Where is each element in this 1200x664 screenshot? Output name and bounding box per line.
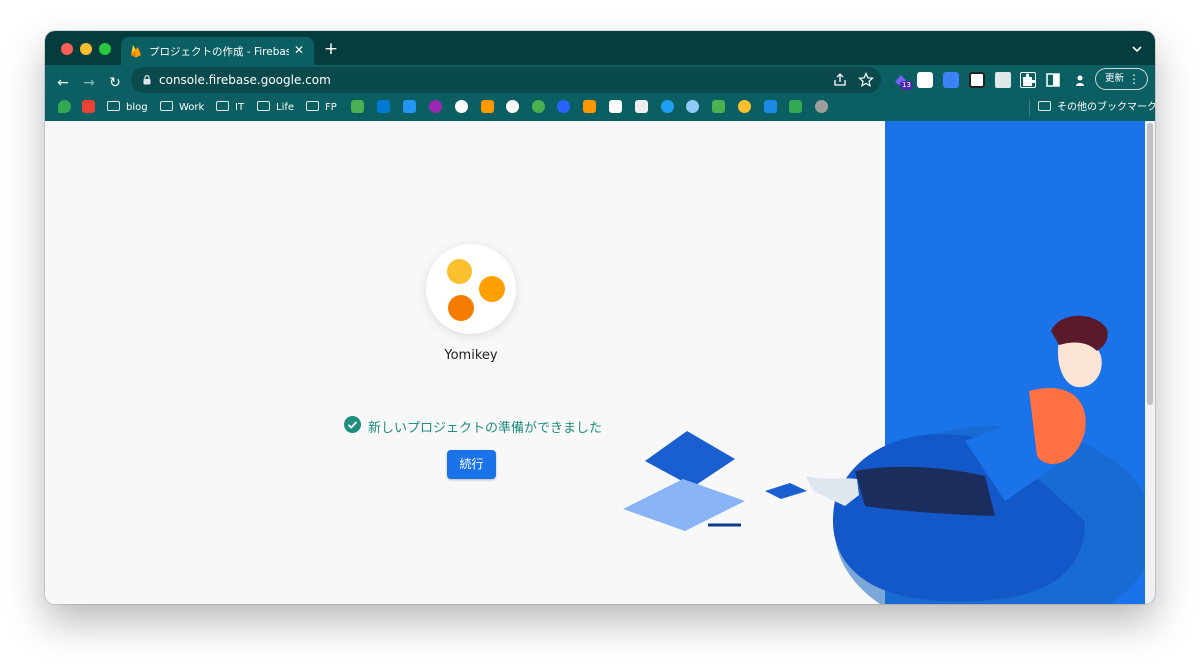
minimize-window-button[interactable] xyxy=(80,43,92,55)
folder-icon xyxy=(306,101,319,111)
extension-icon[interactable] xyxy=(995,72,1011,88)
bookmark-label: FP xyxy=(325,102,337,113)
page-content: Yomikey 新しいプロジェクトの準備ができました 続行 xyxy=(45,121,1155,604)
bookmark-icon[interactable] xyxy=(557,100,570,113)
side-panel-icon[interactable] xyxy=(1045,72,1061,88)
bookmark-icon[interactable] xyxy=(635,100,648,113)
bookmark-icon[interactable] xyxy=(481,100,494,113)
browser-window: プロジェクトの作成 - Firebase コンソール ✕ + ← → ↻ con… xyxy=(45,31,1155,604)
close-window-button[interactable] xyxy=(61,43,73,55)
profile-icon[interactable] xyxy=(1072,72,1088,88)
extension-icon[interactable] xyxy=(917,72,933,88)
share-icon[interactable] xyxy=(832,72,848,88)
update-label: 更新 xyxy=(1105,73,1125,84)
bookmark-life[interactable]: Life xyxy=(257,100,294,116)
star-icon[interactable] xyxy=(858,72,874,88)
update-button[interactable]: 更新 ⋮ xyxy=(1095,68,1148,90)
chevron-down-icon[interactable] xyxy=(1131,43,1143,55)
bookmarks-bar: blog Work IT Life FP その他のブックマーク xyxy=(45,95,1155,121)
reload-button[interactable]: ↻ xyxy=(106,74,124,92)
drive-icon[interactable] xyxy=(789,100,802,113)
other-bookmarks-label: その他のブックマーク xyxy=(1057,102,1155,113)
extension-badge: 13 xyxy=(900,81,913,90)
bookmark-label: Life xyxy=(276,102,295,113)
bookmark-fp[interactable]: FP xyxy=(306,100,337,116)
bookmark-label: blog xyxy=(126,102,148,113)
analytics-icon[interactable] xyxy=(583,100,596,113)
project-name: Yomikey xyxy=(444,348,498,363)
folder-icon xyxy=(160,101,173,111)
bookmark-blog[interactable]: blog xyxy=(107,100,148,116)
url-text: console.firebase.google.com xyxy=(159,73,331,87)
logo-dot xyxy=(447,259,472,284)
bookmark-icon[interactable] xyxy=(403,100,416,113)
bookmark-icon[interactable] xyxy=(815,100,828,113)
bookmark-it[interactable]: IT xyxy=(216,100,244,116)
toolbar: ← → ↻ console.firebase.google.com 13 更新 … xyxy=(45,65,1155,121)
folder-icon xyxy=(1038,101,1051,111)
outlook-icon[interactable] xyxy=(377,100,390,113)
maximize-window-button[interactable] xyxy=(99,43,111,55)
bookmark-icon[interactable] xyxy=(429,100,442,113)
back-button[interactable]: ← xyxy=(54,74,72,92)
forward-button[interactable]: → xyxy=(80,74,98,92)
translate-extension-icon[interactable] xyxy=(943,72,959,88)
firebase-flame-icon xyxy=(131,45,141,58)
more-menu-icon[interactable]: ⋮ xyxy=(1128,69,1140,89)
person-with-laptop-illustration xyxy=(623,315,1145,604)
tab-firebase[interactable]: プロジェクトの作成 - Firebase コンソール ✕ xyxy=(121,37,314,65)
folder-icon xyxy=(107,101,120,111)
github-icon[interactable] xyxy=(506,100,519,113)
other-bookmarks[interactable]: その他のブックマーク xyxy=(1029,100,1155,116)
bookmark-label: Work xyxy=(179,102,205,113)
bookmark-icon[interactable] xyxy=(764,100,777,113)
project-logo xyxy=(426,244,516,334)
folder-icon xyxy=(257,101,270,111)
bookmark-icon[interactable] xyxy=(712,100,725,113)
paper xyxy=(765,483,807,499)
extension-icon[interactable]: 13 xyxy=(892,72,913,90)
tab-title: プロジェクトの作成 - Firebase コンソール xyxy=(149,46,289,58)
paper xyxy=(623,479,745,531)
scrollbar[interactable] xyxy=(1145,121,1155,604)
lock-icon xyxy=(143,75,151,85)
twitter-icon[interactable] xyxy=(661,100,674,113)
bookmark-label: IT xyxy=(235,102,245,113)
gmail-icon[interactable] xyxy=(82,100,95,113)
globe-icon[interactable] xyxy=(455,100,468,113)
cloud-icon[interactable] xyxy=(686,100,699,113)
continue-button[interactable]: 続行 xyxy=(447,450,496,479)
bookmark-work[interactable]: Work xyxy=(160,100,204,116)
bookmark-icon[interactable] xyxy=(609,100,622,113)
new-tab-button[interactable]: + xyxy=(323,41,339,58)
bookmark-icon[interactable] xyxy=(738,100,751,113)
bookmark-icon[interactable] xyxy=(351,100,364,113)
paper xyxy=(645,431,735,487)
folder-icon xyxy=(216,101,229,111)
notion-icon[interactable] xyxy=(969,72,985,88)
address-bar[interactable]: console.firebase.google.com xyxy=(131,67,881,93)
logo-dot xyxy=(448,295,474,321)
scrollbar-thumb[interactable] xyxy=(1147,123,1153,405)
check-circle-icon xyxy=(344,416,361,433)
puzzle-icon[interactable] xyxy=(1020,72,1036,88)
tab-bar: プロジェクトの作成 - Firebase コンソール ✕ + xyxy=(45,31,1155,65)
tab-close-icon[interactable]: ✕ xyxy=(292,43,306,57)
logo-dot xyxy=(479,276,505,302)
bookmark-icon[interactable] xyxy=(532,100,545,113)
maps-icon[interactable] xyxy=(58,100,71,113)
